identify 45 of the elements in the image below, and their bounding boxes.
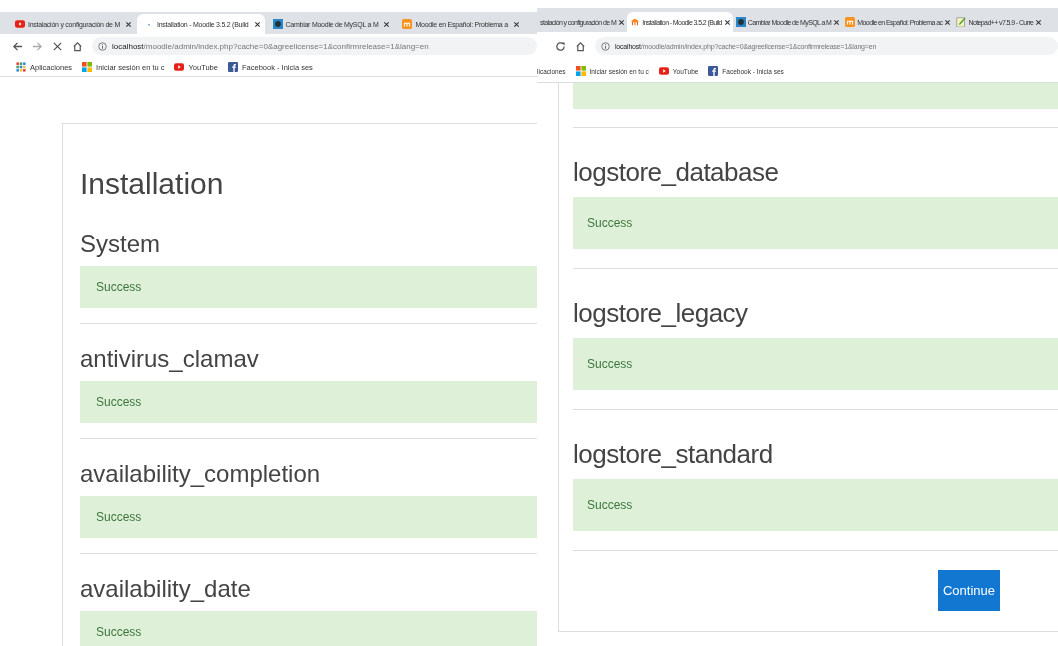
- close-icon[interactable]: [125, 20, 132, 28]
- success-alert: Success: [80, 496, 537, 538]
- section-heading: logstore_legacy: [573, 297, 749, 330]
- section-heading: System: [80, 229, 161, 259]
- section-heading: availability_date: [80, 574, 252, 604]
- continue-button[interactable]: Continue: [938, 570, 1000, 611]
- close-icon[interactable]: [253, 20, 261, 28]
- video-play-icon: [15, 19, 25, 29]
- success-alert: Success: [80, 611, 537, 646]
- reload-icon[interactable]: [555, 40, 566, 52]
- video-play-icon: [658, 66, 669, 76]
- stop-loading-icon[interactable]: [52, 40, 63, 52]
- notepad-icon: [956, 17, 967, 27]
- section-heading: availability_completion: [80, 459, 322, 489]
- address-bar[interactable]: localhost/moodle/admin/index.php?cache=0&agreelicense=1&confirmrelease=1&lang=en: [92, 37, 537, 55]
- video-play-icon: [174, 62, 185, 72]
- moodle-m-icon: [402, 19, 413, 29]
- close-icon[interactable]: [383, 20, 391, 28]
- close-icon[interactable]: [618, 18, 626, 26]
- success-alert: Success: [80, 381, 537, 423]
- section-heading: antivirus_clamav: [80, 344, 260, 374]
- section-heading: logstore_standard: [573, 438, 774, 471]
- close-icon[interactable]: [723, 18, 731, 26]
- home-icon[interactable]: [72, 40, 83, 52]
- close-icon[interactable]: [1035, 18, 1043, 26]
- home-icon[interactable]: [575, 40, 586, 52]
- close-icon[interactable]: [944, 18, 952, 26]
- close-icon[interactable]: [833, 18, 841, 26]
- app-grid-icon: [16, 62, 26, 72]
- page-title: Installation: [80, 166, 225, 202]
- f-letter-icon: [227, 62, 238, 72]
- moodle-m-icon: [845, 17, 856, 27]
- four-squares-icon: [82, 62, 93, 72]
- success-alert: Success: [573, 197, 1058, 249]
- info-icon: [98, 41, 107, 51]
- four-squares-icon: [575, 66, 586, 76]
- back-arrow-icon[interactable]: [12, 40, 23, 52]
- success-alert: Success: [573, 479, 1058, 531]
- section-heading: logstore_database: [573, 156, 780, 189]
- info-icon: [601, 41, 610, 51]
- success-alert: Success: [80, 266, 537, 308]
- close-icon[interactable]: [512, 20, 520, 28]
- success-alert: Success: [573, 338, 1058, 390]
- f-letter-icon: [708, 66, 719, 76]
- graduation-cap-icon: [630, 17, 641, 27]
